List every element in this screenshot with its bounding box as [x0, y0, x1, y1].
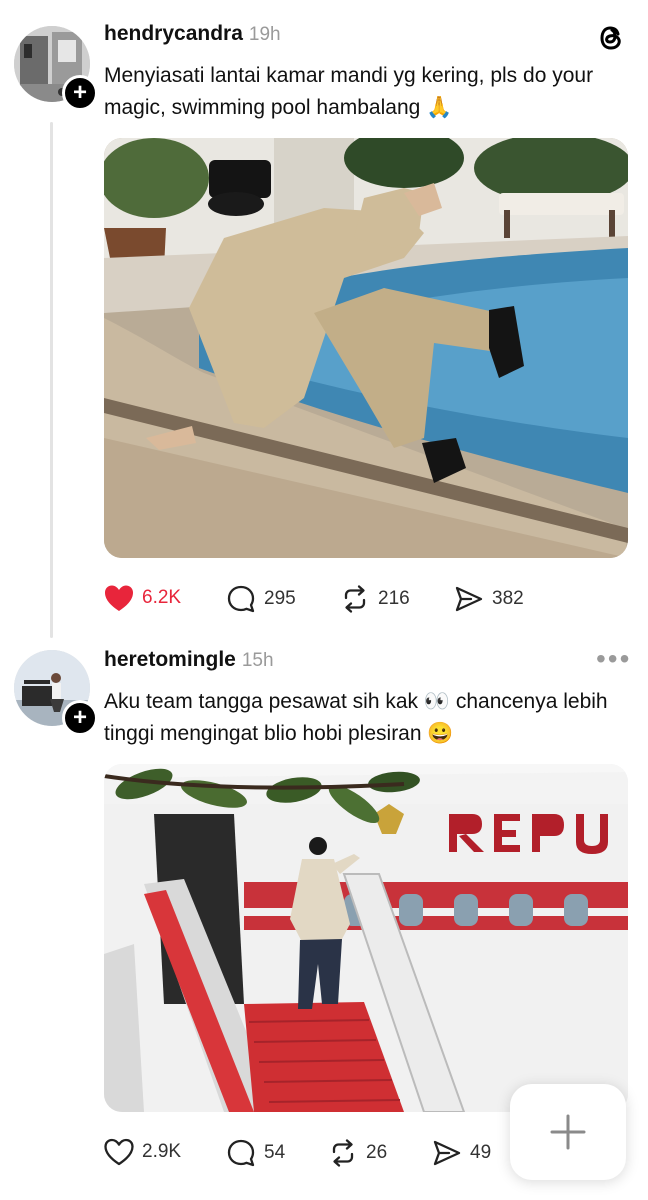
post1-image[interactable] — [104, 138, 628, 558]
post2-username[interactable]: heretomingle — [104, 648, 236, 671]
post2-header: heretomingle 15h — [104, 648, 274, 672]
post1-like-count: 6.2K — [142, 587, 182, 608]
post1-reply-button[interactable]: 295 — [226, 584, 296, 614]
comment-icon — [227, 585, 255, 613]
post2-time: 15h — [241, 650, 274, 671]
post1-header: hendrycandra 19h — [104, 22, 281, 46]
comment-icon — [227, 1139, 255, 1167]
repost-icon — [344, 585, 366, 613]
post1-repost-count: 216 — [378, 588, 410, 609]
post1-text: Menyiasati lantai kamar mandi yg kering,… — [104, 64, 594, 119]
post2-repost-count: 26 — [366, 1142, 388, 1163]
post2-image[interactable] — [104, 764, 628, 1112]
post1-like-button[interactable]: 6.2K — [104, 584, 181, 612]
plus-icon — [550, 1114, 586, 1150]
post1-thread-line — [50, 122, 53, 638]
send-icon — [433, 1140, 461, 1166]
post2-repost-button[interactable]: 26 — [328, 1138, 387, 1168]
heart-filled-icon — [105, 585, 133, 611]
heart-outline-icon — [104, 1138, 134, 1166]
post2-follow-button[interactable]: + — [62, 700, 98, 736]
repost-icon — [332, 1139, 354, 1167]
post2-share-button[interactable]: 49 — [432, 1138, 491, 1168]
post1-share-count: 382 — [492, 588, 524, 609]
post2-share-count: 49 — [470, 1142, 492, 1163]
post2-like-count: 2.9K — [142, 1141, 182, 1162]
more-options-icon[interactable]: ••• — [596, 645, 631, 673]
threads-logo-icon[interactable] — [596, 22, 628, 59]
post1-username[interactable]: hendrycandra — [104, 22, 243, 45]
post1-follow-button[interactable]: + — [62, 75, 98, 111]
post1-share-button[interactable]: 382 — [454, 584, 524, 614]
post1-reply-count: 295 — [264, 588, 296, 609]
post2-like-button[interactable]: 2.9K — [104, 1138, 181, 1166]
post1-repost-button[interactable]: 216 — [340, 584, 410, 614]
post2-reply-button[interactable]: 54 — [226, 1138, 285, 1168]
send-icon — [455, 586, 483, 612]
post2-reply-count: 54 — [264, 1142, 286, 1163]
post1-time: 19h — [248, 24, 281, 45]
post2-text: Aku team tangga pesawat sih kak 👀 chance… — [104, 690, 608, 745]
compose-button[interactable] — [510, 1084, 626, 1180]
